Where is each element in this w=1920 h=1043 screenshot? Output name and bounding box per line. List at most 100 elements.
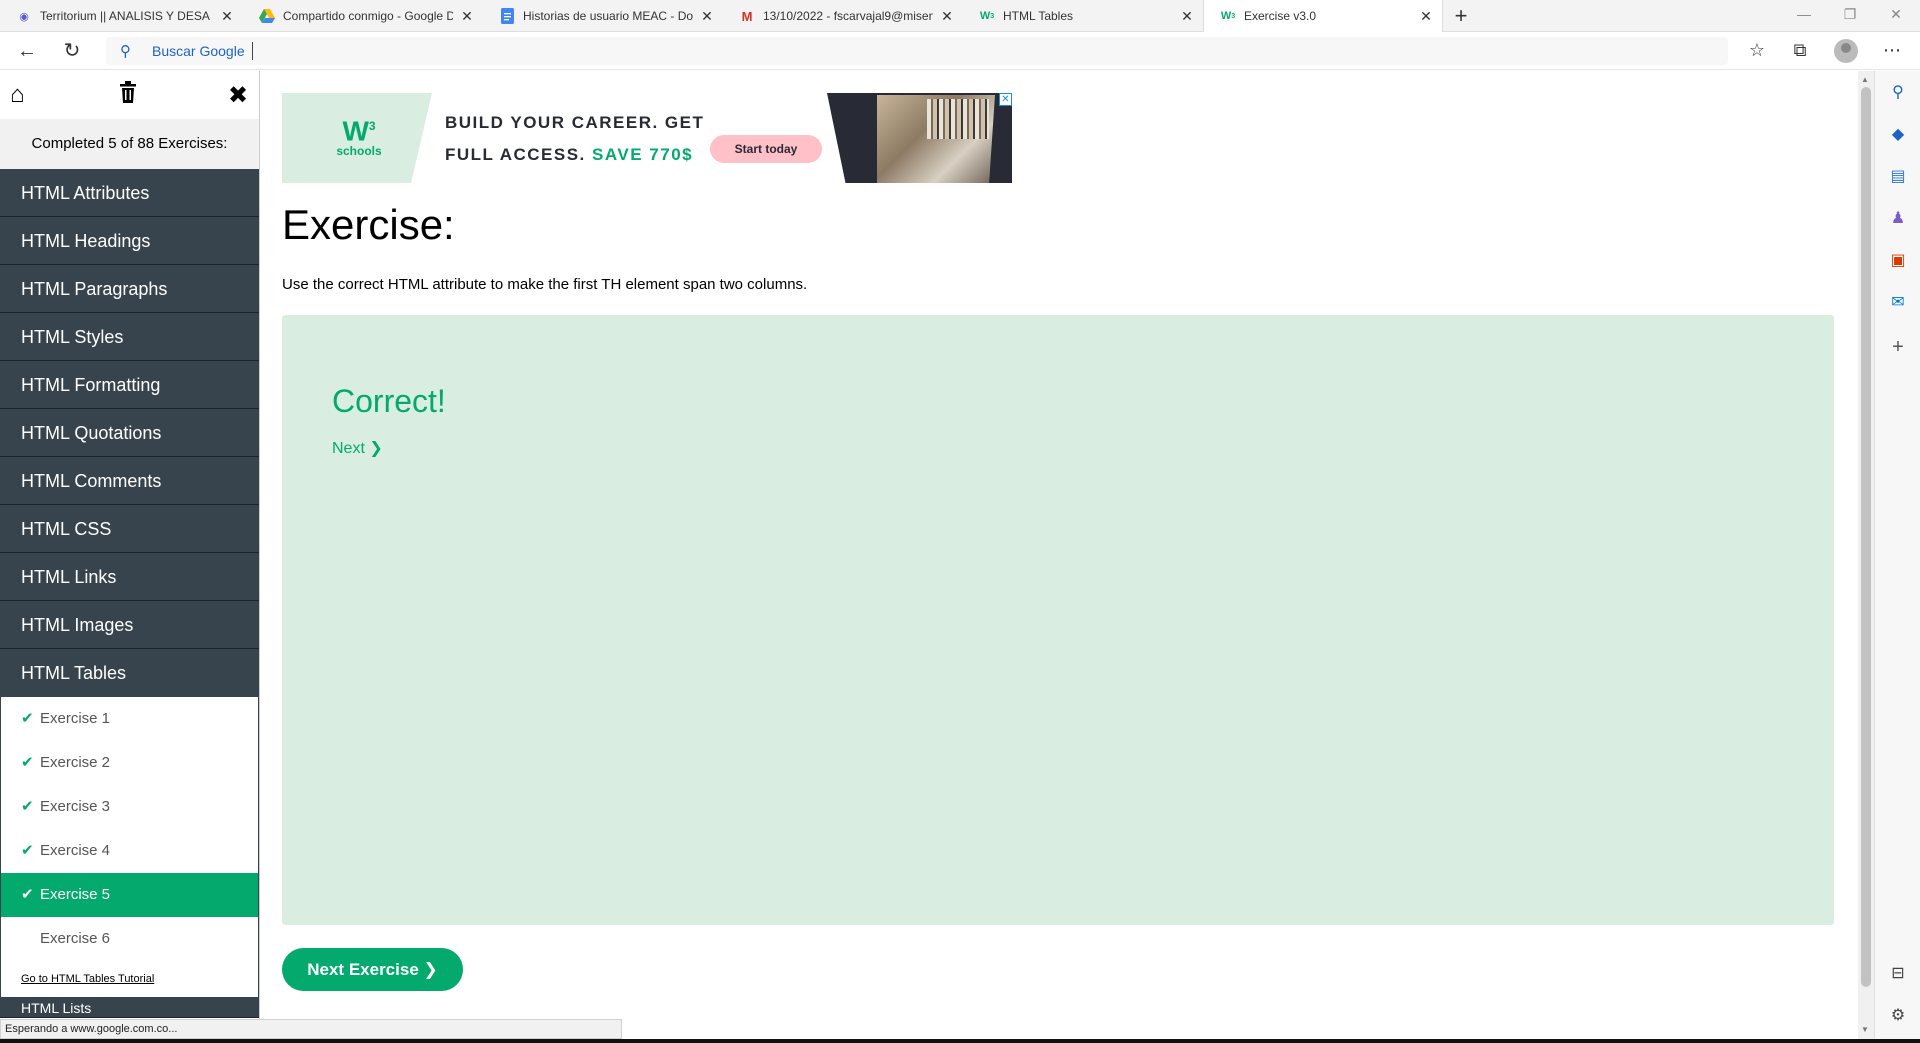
close-tab-icon[interactable]: ✕: [219, 8, 235, 24]
office-icon[interactable]: ▣: [1888, 251, 1908, 271]
exercise-label: Exercise 6: [40, 930, 111, 947]
sidebar-topic-partial[interactable]: HTML Lists: [0, 998, 259, 1018]
exercise-item[interactable]: Exercise 6: [1, 917, 258, 961]
browser-tab[interactable]: ◉ Territorium || ANALISIS Y DESARR ✕: [0, 0, 243, 32]
trash-icon[interactable]: [118, 81, 138, 110]
sidebar-topic[interactable]: HTML Quotations: [0, 409, 259, 457]
exercise-item[interactable]: ✔ Exercise 4: [1, 829, 258, 873]
outlook-icon[interactable]: ✉: [1888, 293, 1908, 313]
collections-icon[interactable]: ⧉: [1788, 40, 1812, 61]
address-bar: ← ↻ ⚲ Buscar Google ☆ ⧉ ⋯: [0, 32, 1920, 70]
favorites-icon[interactable]: ☆: [1745, 40, 1769, 61]
restore-icon[interactable]: ❐: [1840, 6, 1860, 23]
browser-tab[interactable]: Historias de usuario MEAC - Doc ✕: [483, 0, 723, 32]
close-icon[interactable]: ✖: [228, 81, 248, 110]
sidebar-topic[interactable]: HTML Links: [0, 553, 259, 601]
exercise-item[interactable]: ✔ Exercise 3: [1, 785, 258, 829]
sidebar-topic-open[interactable]: HTML Tables: [0, 649, 259, 697]
main-content: W3 schools BUILD YOUR CAREER. GET FULL A…: [262, 71, 1858, 1036]
sidebar-topic[interactable]: HTML Comments: [0, 457, 259, 505]
ad-banner[interactable]: W3 schools BUILD YOUR CAREER. GET FULL A…: [282, 93, 1012, 183]
ad-save-text: SAVE 770$: [592, 145, 694, 164]
sidebar-topic[interactable]: HTML Styles: [0, 313, 259, 361]
tools-icon[interactable]: ▤: [1888, 167, 1908, 187]
sidebar-toolbar: ⌂ ✖: [0, 71, 259, 119]
more-options-icon[interactable]: ⋯: [1880, 40, 1904, 61]
search-input[interactable]: ⚲ Buscar Google: [106, 37, 1728, 65]
logo-mark: W: [342, 115, 369, 147]
tab-title: Historias de usuario MEAC - Doc: [523, 9, 693, 23]
sidebar-topic[interactable]: HTML CSS: [0, 505, 259, 553]
ad-headline-2: FULL ACCESS. SAVE 770$: [445, 145, 693, 165]
tab-title: HTML Tables: [1003, 9, 1074, 23]
minimize-icon[interactable]: —: [1794, 6, 1814, 22]
check-icon: ✔: [21, 754, 34, 771]
next-link[interactable]: Next ❯: [332, 438, 383, 458]
exercise-item-active[interactable]: ✔ Exercise 5: [1, 873, 258, 917]
result-panel: Correct! Next ❯: [282, 315, 1834, 925]
w3schools-logo: W3 schools: [334, 113, 384, 159]
exercise-sidebar: ⌂ ✖ Completed 5 of 88 Exercises: HTML At…: [0, 71, 260, 1026]
sidebar-topic[interactable]: HTML Formatting: [0, 361, 259, 409]
edge-sidebar: ⚲ ◆ ▤ ♟ ▣ ✉ + ⊟ ⚙: [1874, 71, 1920, 1039]
sidebar-topic[interactable]: HTML Headings: [0, 217, 259, 265]
back-arrow-icon[interactable]: ←: [14, 39, 40, 63]
check-icon: ✔: [21, 798, 34, 815]
tab-title: 13/10/2022 - fscarvajal9@misena: [763, 9, 933, 23]
search-placeholder: Buscar Google: [152, 43, 245, 59]
shopping-tag-icon[interactable]: ◆: [1888, 125, 1908, 145]
settings-icon[interactable]: ⚙: [1888, 1006, 1908, 1026]
page-title: Exercise:: [282, 201, 455, 248]
refresh-icon[interactable]: ↻: [59, 39, 85, 63]
close-tab-icon[interactable]: ✕: [699, 8, 715, 24]
exercise-list: ✔ Exercise 1 ✔ Exercise 2 ✔ Exercise 3 ✔ Exe…: [0, 697, 259, 998]
exercise-item[interactable]: ✔ Exercise 1: [1, 697, 258, 741]
exercise-description: Use the correct HTML attribute to make t…: [282, 276, 808, 293]
close-tab-icon[interactable]: ✕: [1179, 8, 1195, 24]
start-today-button[interactable]: Start today: [710, 135, 822, 163]
sidebar-topic[interactable]: HTML Paragraphs: [0, 265, 259, 313]
sidebar-topic[interactable]: HTML Attributes: [0, 169, 259, 217]
tutorial-link[interactable]: Go to HTML Tables Tutorial: [1, 961, 258, 997]
gmail-icon: M: [741, 8, 753, 24]
google-drive-icon: [259, 8, 275, 24]
tab-title: Territorium || ANALISIS Y DESARR: [40, 9, 210, 23]
ad-headline-1: BUILD YOUR CAREER. GET: [445, 113, 705, 132]
scroll-up-icon[interactable]: ▲: [1861, 75, 1869, 84]
avatar[interactable]: [1834, 39, 1858, 63]
ad-close-icon[interactable]: ✕: [999, 93, 1012, 106]
close-tab-icon[interactable]: ✕: [1418, 8, 1434, 24]
browser-tab[interactable]: W3 HTML Tables ✕: [963, 0, 1203, 32]
next-exercise-button[interactable]: Next Exercise ❯: [282, 948, 463, 991]
progress-text: Completed 5 of 88 Exercises:: [0, 119, 259, 169]
close-window-icon[interactable]: ✕: [1886, 6, 1906, 23]
sidebar-topic[interactable]: HTML Images: [0, 601, 259, 649]
vertical-scrollbar[interactable]: ▲ ▼: [1858, 71, 1874, 1039]
logo-text: schools: [336, 144, 382, 159]
close-tab-icon[interactable]: ✕: [459, 8, 475, 24]
ad-headline-prefix: FULL ACCESS.: [445, 145, 586, 164]
check-icon: ✔: [21, 710, 34, 727]
search-icon[interactable]: ⚲: [1888, 83, 1908, 103]
add-icon[interactable]: +: [1888, 337, 1908, 357]
scroll-down-icon[interactable]: ▼: [1861, 1025, 1869, 1034]
browser-tab[interactable]: Compartido conmigo - Google D ✕: [243, 0, 483, 32]
check-icon: ✔: [21, 886, 34, 903]
new-tab-button[interactable]: +: [1448, 3, 1474, 29]
home-icon[interactable]: ⌂: [10, 81, 25, 109]
browser-tab[interactable]: M 13/10/2022 - fscarvajal9@misena ✕: [723, 0, 963, 32]
tab-title: Compartido conmigo - Google D: [283, 9, 453, 23]
w3schools-icon: W3: [979, 10, 995, 22]
check-icon: ✔: [21, 842, 34, 859]
status-text: Esperando a www.google.com.co...: [0, 1019, 622, 1039]
exercise-item[interactable]: ✔ Exercise 2: [1, 741, 258, 785]
taskbar-edge: [0, 1039, 1920, 1043]
exercise-label: Exercise 2: [40, 754, 111, 771]
scrollbar-thumb[interactable]: [1861, 87, 1871, 987]
games-icon[interactable]: ♟: [1888, 209, 1908, 229]
close-tab-icon[interactable]: ✕: [939, 8, 955, 24]
browser-tab-active[interactable]: W3 Exercise v3.0 ✕: [1203, 0, 1443, 32]
w3schools-icon: W3: [1220, 10, 1236, 22]
exercise-label: Exercise 3: [40, 798, 111, 815]
sidebar-toggle-icon[interactable]: ⊟: [1888, 964, 1908, 984]
